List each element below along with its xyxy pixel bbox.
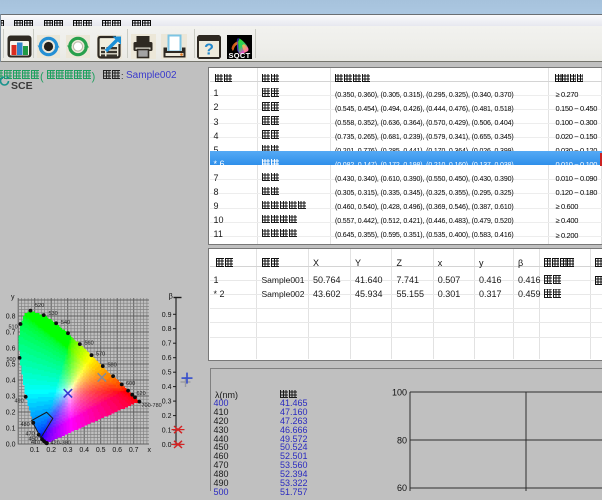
svg-text:580: 580 [108,363,117,369]
svg-text:410: 410 [31,440,40,446]
svg-text:0.7: 0.7 [6,330,16,337]
svg-text:0.4: 0.4 [6,378,16,385]
svg-text:y: y [11,294,15,301]
svg-text:420-380: 420-380 [51,441,71,447]
svg-text:0.2: 0.2 [162,413,172,420]
svg-text:0.4: 0.4 [162,384,172,391]
svg-text:520: 520 [35,303,44,309]
svg-text:0.3: 0.3 [6,394,16,401]
svg-text:0.7: 0.7 [162,341,172,348]
svg-text:0.8: 0.8 [162,326,172,333]
svg-text:0.5: 0.5 [162,370,172,377]
svg-text:0.6: 0.6 [112,447,122,454]
svg-text:480: 480 [21,422,30,428]
svg-text:SQCT: SQCT [228,51,250,59]
svg-text:80: 80 [397,436,407,446]
svg-text:x: x [148,447,152,454]
svg-text:?: ? [204,42,214,59]
svg-text:0.4: 0.4 [79,447,89,454]
svg-text:0.6: 0.6 [162,355,172,362]
svg-text:0.0: 0.0 [6,442,16,449]
svg-text:0.1: 0.1 [162,428,172,435]
svg-text:60: 60 [397,483,407,491]
svg-text:620: 620 [137,391,146,397]
svg-text:0.3: 0.3 [162,399,172,406]
svg-text:0.2: 0.2 [46,447,56,454]
svg-text:0.5: 0.5 [96,447,106,454]
svg-text:0.5: 0.5 [6,362,16,369]
svg-text:0.2: 0.2 [6,410,16,417]
svg-text:0.9: 0.9 [162,312,172,319]
svg-text:0.3: 0.3 [63,447,73,454]
svg-text:0.8: 0.8 [6,314,16,321]
svg-text:490: 490 [15,399,24,405]
svg-text:0.1: 0.1 [30,447,40,454]
svg-text:0.1: 0.1 [6,426,16,433]
svg-text:540: 540 [61,320,70,326]
svg-text:600: 600 [126,381,135,387]
svg-text:570: 570 [96,352,105,358]
svg-text:0.7: 0.7 [129,447,139,454]
svg-text:β: β [169,292,174,301]
svg-text:700-780: 700-780 [142,403,162,409]
svg-text:0.0: 0.0 [162,442,172,449]
svg-text:530: 530 [49,311,58,317]
svg-text:0.6: 0.6 [6,346,16,353]
svg-text:100: 100 [392,388,407,398]
svg-text:560: 560 [85,341,94,347]
